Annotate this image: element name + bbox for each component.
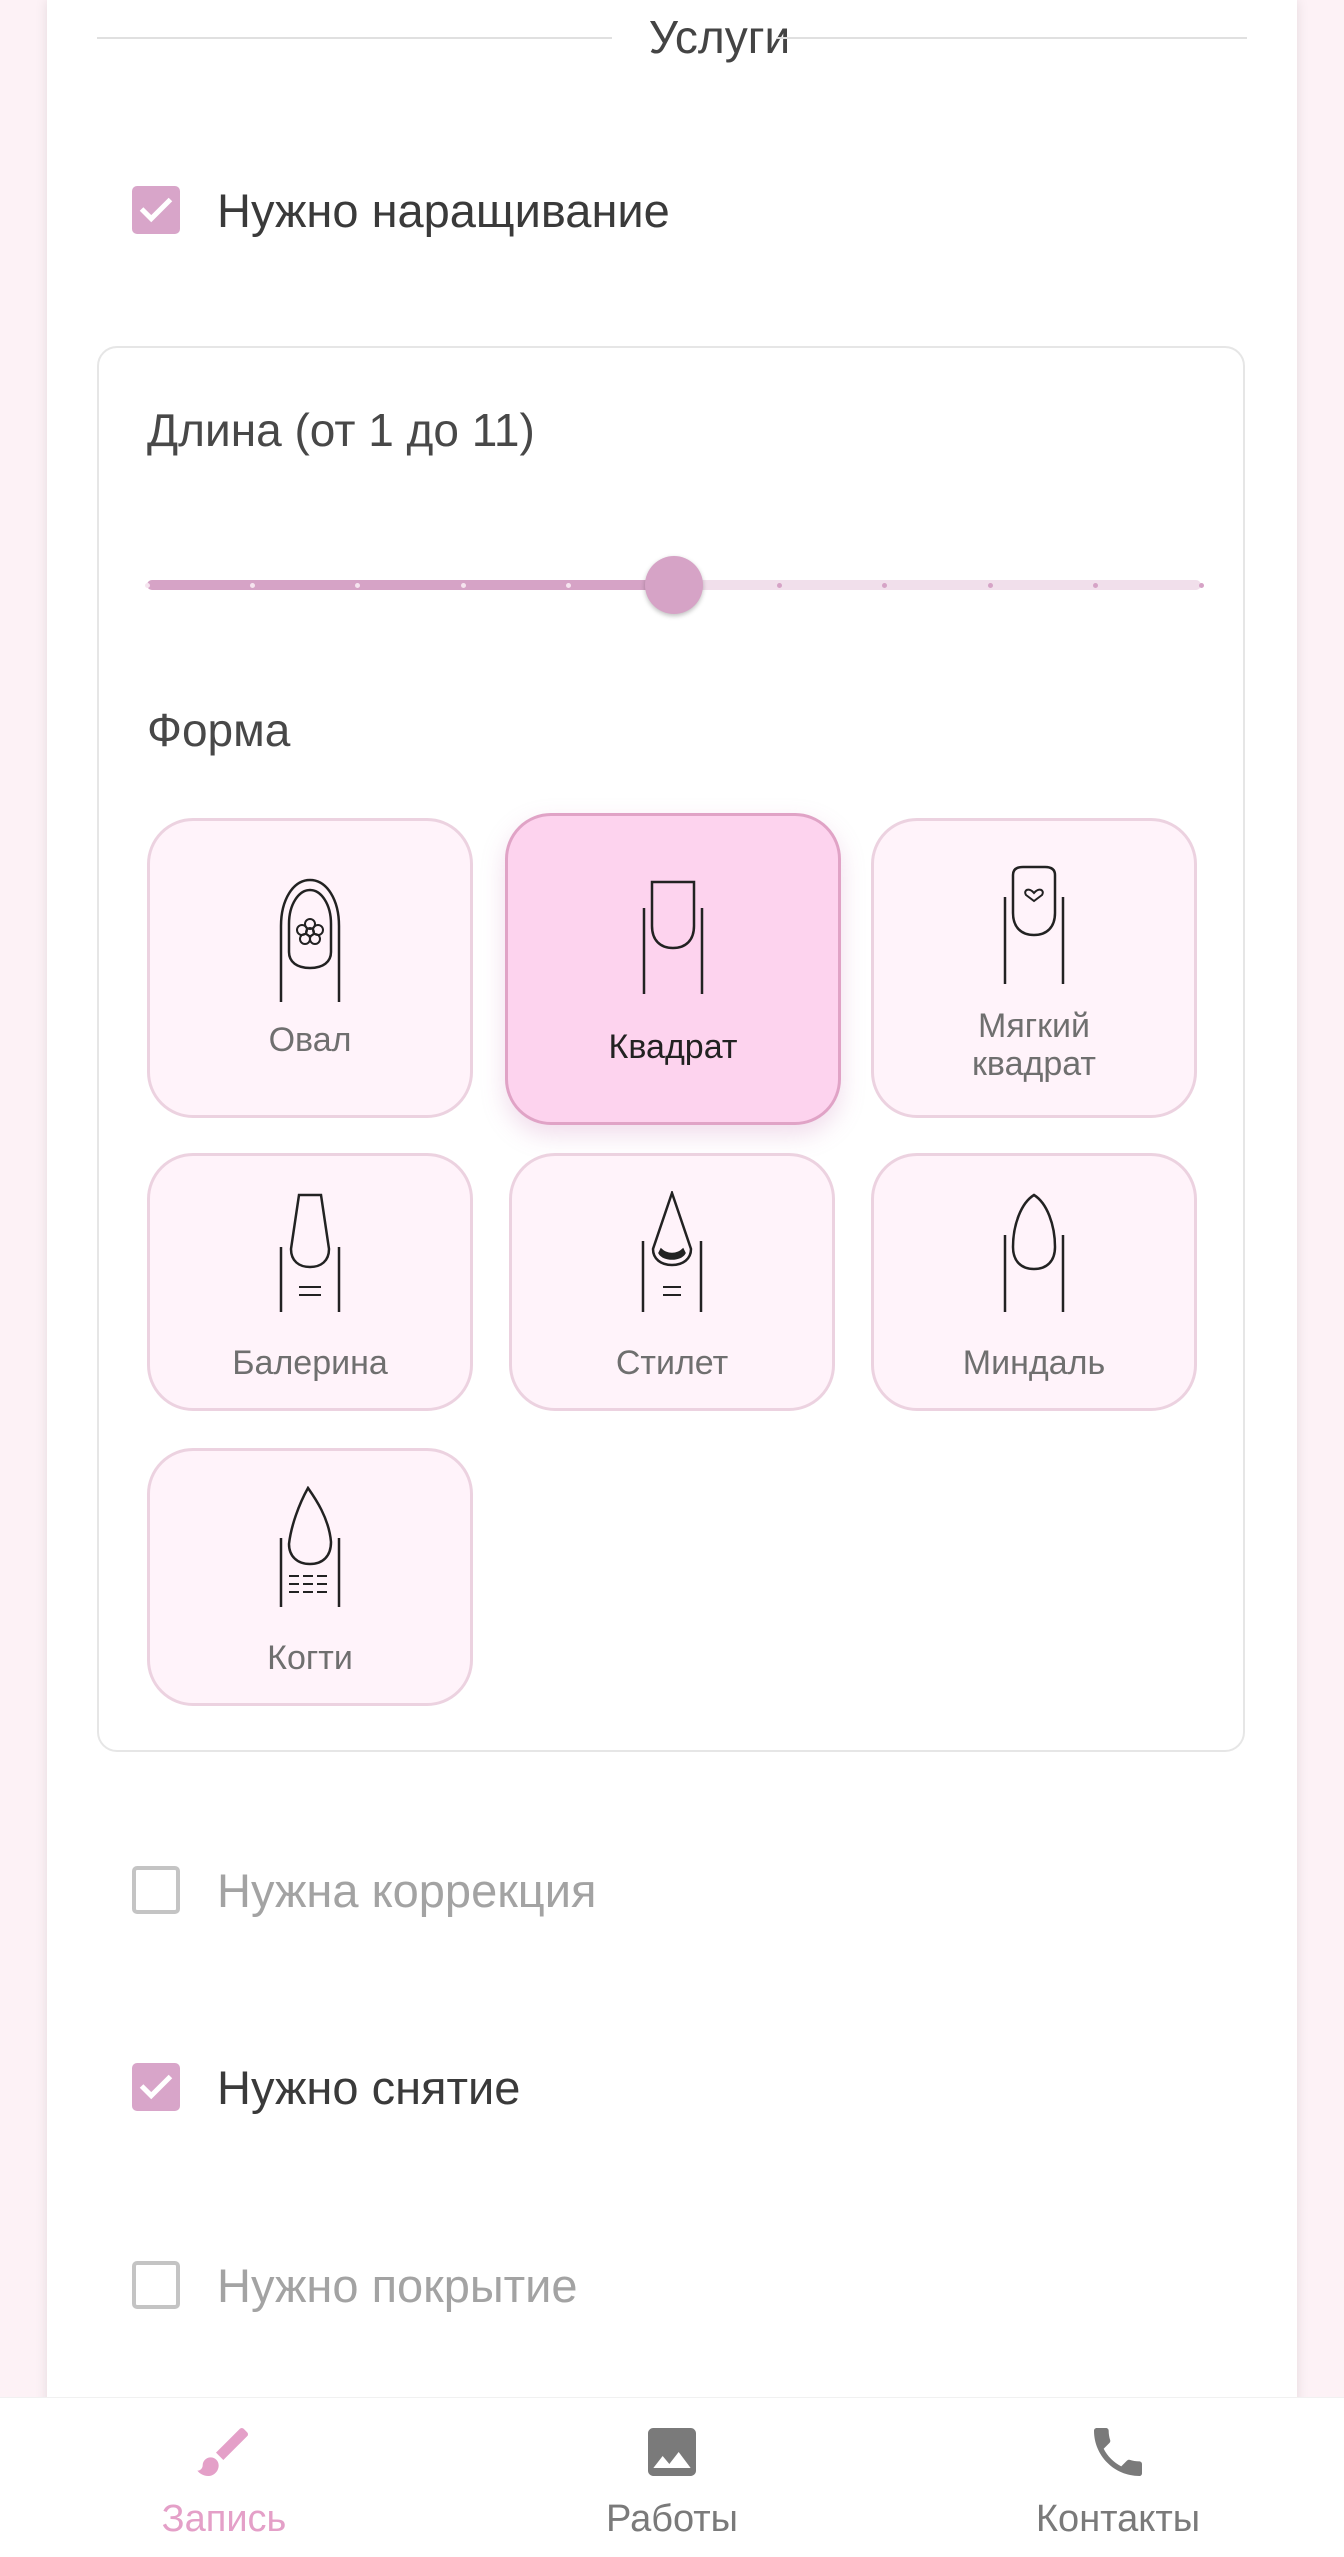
stiletto-nail-icon — [641, 1191, 703, 1312]
removal-label: Нужно снятие — [217, 2060, 521, 2114]
correction-checkbox[interactable] — [132, 1866, 180, 1914]
nav-item-contacts[interactable]: Контакты — [968, 2398, 1268, 2557]
claws-nail-icon — [279, 1486, 341, 1607]
divider-left — [97, 37, 612, 39]
shape-option-claws[interactable]: Когти — [147, 1448, 473, 1706]
length-slider[interactable] — [144, 554, 1204, 614]
shape-label-square: Квадрат — [608, 1028, 738, 1066]
slider-thumb[interactable] — [645, 556, 703, 614]
shape-option-square[interactable]: Квадрат — [505, 813, 841, 1125]
slider-tick — [776, 583, 782, 588]
slider-tick — [249, 583, 255, 588]
ballerina-nail-icon — [279, 1193, 341, 1312]
divider-right — [777, 37, 1247, 39]
coating-checkbox[interactable] — [132, 2261, 180, 2309]
slider-tick — [1198, 583, 1204, 588]
check-icon — [139, 2074, 173, 2100]
almond-nail-icon — [1003, 1193, 1065, 1312]
phone-icon — [1094, 2428, 1142, 2476]
slider-tick — [987, 583, 993, 588]
shape-label: Форма — [147, 704, 291, 756]
shape-label-stiletto: Стилет — [615, 1344, 729, 1382]
oval-nail-icon — [279, 878, 341, 1002]
nav-item-works[interactable]: Работы — [522, 2398, 822, 2557]
brush-icon — [197, 2427, 249, 2476]
extension-label: Нужно наращивание — [217, 183, 670, 237]
nav-label-contacts: Контакты — [1035, 2498, 1201, 2540]
nav-label-works: Работы — [606, 2498, 738, 2540]
extension-checkbox[interactable] — [132, 186, 180, 234]
square-nail-icon — [642, 880, 704, 994]
shape-option-oval[interactable]: Овал — [147, 818, 473, 1118]
correction-checkbox-row[interactable]: Нужна коррекция — [132, 1850, 596, 1930]
shape-label-ballerina: Балерина — [232, 1344, 388, 1382]
nav-label-booking: Запись — [161, 2498, 287, 2540]
extension-options-card: Длина (от 1 до 11) Форма Овал Квадрат Мя… — [97, 346, 1245, 1752]
shape-label-claws: Когти — [267, 1639, 353, 1677]
length-label: Длина (от 1 до 11) — [147, 404, 535, 456]
slider-tick — [144, 583, 150, 588]
services-section-header: Услуги — [47, 0, 1297, 80]
removal-checkbox[interactable] — [132, 2063, 180, 2111]
check-icon — [139, 197, 173, 223]
coating-label: Нужно покрытие — [217, 2258, 578, 2312]
shape-label-oval: Овал — [268, 1021, 352, 1059]
slider-tick — [460, 583, 466, 588]
removal-checkbox-row[interactable]: Нужно снятие — [132, 2047, 520, 2127]
nav-item-booking[interactable]: Запись — [74, 2398, 374, 2557]
shape-option-almond[interactable]: Миндаль — [871, 1153, 1197, 1411]
shape-label-almond: Миндаль — [962, 1344, 1106, 1382]
coating-checkbox-row[interactable]: Нужно покрытие — [132, 2245, 578, 2325]
shape-label-soft-square: Мягкий квадрат — [972, 1007, 1096, 1083]
shape-option-ballerina[interactable]: Балерина — [147, 1153, 473, 1411]
image-icon — [648, 2428, 696, 2476]
shape-option-stiletto[interactable]: Стилет — [509, 1153, 835, 1411]
soft-square-nail-icon — [1003, 865, 1065, 984]
bottom-navigation: Запись Работы Контакты — [0, 2397, 1344, 2557]
correction-label: Нужна коррекция — [217, 1863, 597, 1917]
shape-option-soft-square[interactable]: Мягкий квадрат — [871, 818, 1197, 1118]
slider-active-track — [147, 580, 674, 590]
booking-form-sheet: Услуги Нужно наращивание Длина (от 1 до … — [47, 0, 1297, 2556]
extension-checkbox-row[interactable]: Нужно наращивание — [132, 170, 670, 250]
